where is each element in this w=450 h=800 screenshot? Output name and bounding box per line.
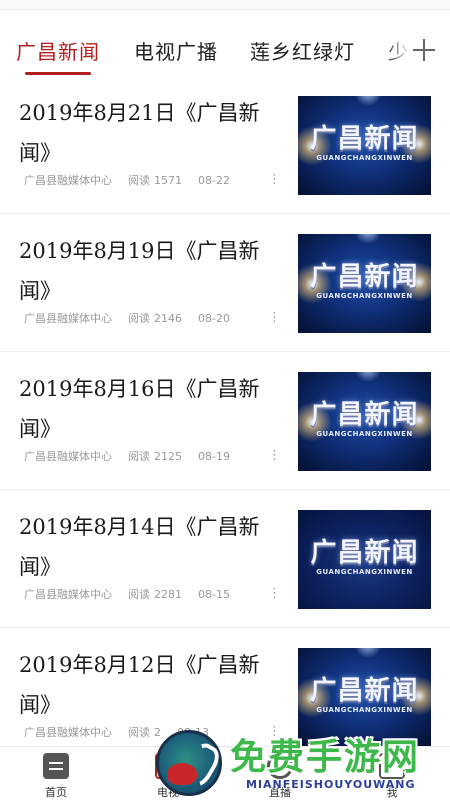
news-item[interactable]: 2019年8月21日《广昌新闻》 广昌县融媒体中心 阅读 1571 08-22 ⋮ 广… (0, 76, 450, 214)
watermark-text-en: MIANFEISHOUYOUWANG (246, 778, 416, 791)
news-source: 广昌县融媒体中心 (24, 726, 112, 739)
tab-guangchang-news[interactable]: 广昌新闻 (16, 36, 100, 65)
news-reads-label: 阅读 (128, 312, 150, 325)
news-reads: 2281 (154, 588, 182, 601)
lens-flare (354, 648, 382, 658)
channel-tabs: 广昌新闻 电视广播 莲乡红绿灯 少 (0, 30, 450, 76)
thumbnail-title-en: GUANGCHANGXINWEN (316, 430, 413, 438)
nav-label: 首页 (45, 786, 67, 799)
thumbnail-title-en: GUANGCHANGXINWEN (316, 292, 413, 300)
news-source: 广昌县融媒体中心 (24, 312, 112, 325)
news-source: 广昌县融媒体中心 (24, 174, 112, 187)
news-reads: 2146 (154, 312, 182, 325)
watermark-text-cn: 免费手游网 (230, 737, 421, 778)
more-options-icon[interactable]: ⋮ (268, 448, 281, 464)
news-reads-label: 阅读 (128, 726, 150, 739)
news-reads-label: 阅读 (128, 174, 150, 187)
news-thumbnail: 广昌新闻 GUANGCHANGXINWEN (298, 372, 431, 471)
more-options-icon[interactable]: ⋮ (268, 310, 281, 326)
thumbnail-title-cn: 广昌新闻 (310, 262, 419, 292)
news-thumbnail: 广昌新闻 GUANGCHANGXINWEN (298, 96, 431, 195)
thumbnail-title-cn: 广昌新闻 (310, 124, 419, 154)
news-meta: 广昌县融媒体中心 阅读 1571 08-22 (24, 172, 246, 188)
active-tab-indicator (25, 72, 91, 75)
tab-traffic-light[interactable]: 莲乡红绿灯 (250, 36, 355, 65)
news-title: 2019年8月12日《广昌新闻》 (19, 653, 260, 717)
lens-flare (354, 96, 382, 106)
lens-flare (354, 234, 382, 244)
news-reads: 1571 (154, 174, 182, 187)
news-meta: 广昌县融媒体中心 阅读 2125 08-19 (24, 448, 246, 464)
news-date: 08-15 (198, 588, 230, 601)
thumbnail-title-cn: 广昌新闻 (310, 400, 419, 430)
site-watermark: 免费手游网 MIANFEISHOUYOUWANG (150, 726, 450, 800)
thumbnail-title-en: GUANGCHANGXINWEN (316, 568, 413, 576)
news-title: 2019年8月16日《广昌新闻》 (19, 377, 260, 441)
news-date: 08-19 (198, 450, 230, 463)
news-item[interactable]: 2019年8月16日《广昌新闻》 广昌县融媒体中心 阅读 2125 08-19 ⋮ 广… (0, 352, 450, 490)
news-reads: 2125 (154, 450, 182, 463)
news-feed: 2019年8月21日《广昌新闻》 广昌县融媒体中心 阅读 1571 08-22 ⋮ 广… (0, 76, 450, 746)
tab-fade (382, 30, 412, 74)
news-title: 2019年8月14日《广昌新闻》 (19, 515, 260, 579)
lens-flare (354, 372, 382, 382)
news-date: 08-20 (198, 312, 230, 325)
news-title: 2019年8月19日《广昌新闻》 (19, 239, 260, 303)
news-reads-label: 阅读 (128, 450, 150, 463)
watermark-logo-icon (156, 730, 222, 796)
news-thumbnail: 广昌新闻 GUANGCHANGXINWEN (298, 234, 431, 333)
more-options-icon[interactable]: ⋮ (268, 172, 281, 188)
news-item[interactable]: 2019年8月19日《广昌新闻》 广昌县融媒体中心 阅读 2146 08-20 ⋮ 广… (0, 214, 450, 352)
news-source: 广昌县融媒体中心 (24, 588, 112, 601)
add-channel-icon[interactable] (412, 38, 436, 62)
tab-tv-radio[interactable]: 电视广播 (134, 36, 218, 65)
home-icon (43, 753, 69, 779)
thumbnail-title-cn: 广昌新闻 (310, 538, 419, 568)
news-reads-label: 阅读 (128, 588, 150, 601)
thumbnail-title-cn: 广昌新闻 (310, 676, 419, 706)
news-date: 08-22 (198, 174, 230, 187)
news-meta: 广昌县融媒体中心 阅读 2146 08-20 (24, 310, 246, 326)
news-thumbnail: 广昌新闻 GUANGCHANGXINWEN (298, 510, 431, 609)
news-title: 2019年8月21日《广昌新闻》 (19, 101, 260, 165)
top-strip (0, 0, 450, 10)
thumbnail-title-en: GUANGCHANGXINWEN (316, 706, 413, 714)
thumbnail-title-en: GUANGCHANGXINWEN (316, 154, 413, 162)
more-options-icon[interactable]: ⋮ (268, 586, 281, 602)
nav-home[interactable]: 首页 (26, 751, 86, 799)
news-meta: 广昌县融媒体中心 阅读 2281 08-15 (24, 586, 246, 602)
news-source: 广昌县融媒体中心 (24, 450, 112, 463)
news-item[interactable]: 2019年8月14日《广昌新闻》 广昌县融媒体中心 阅读 2281 08-15 ⋮ 广… (0, 490, 450, 628)
